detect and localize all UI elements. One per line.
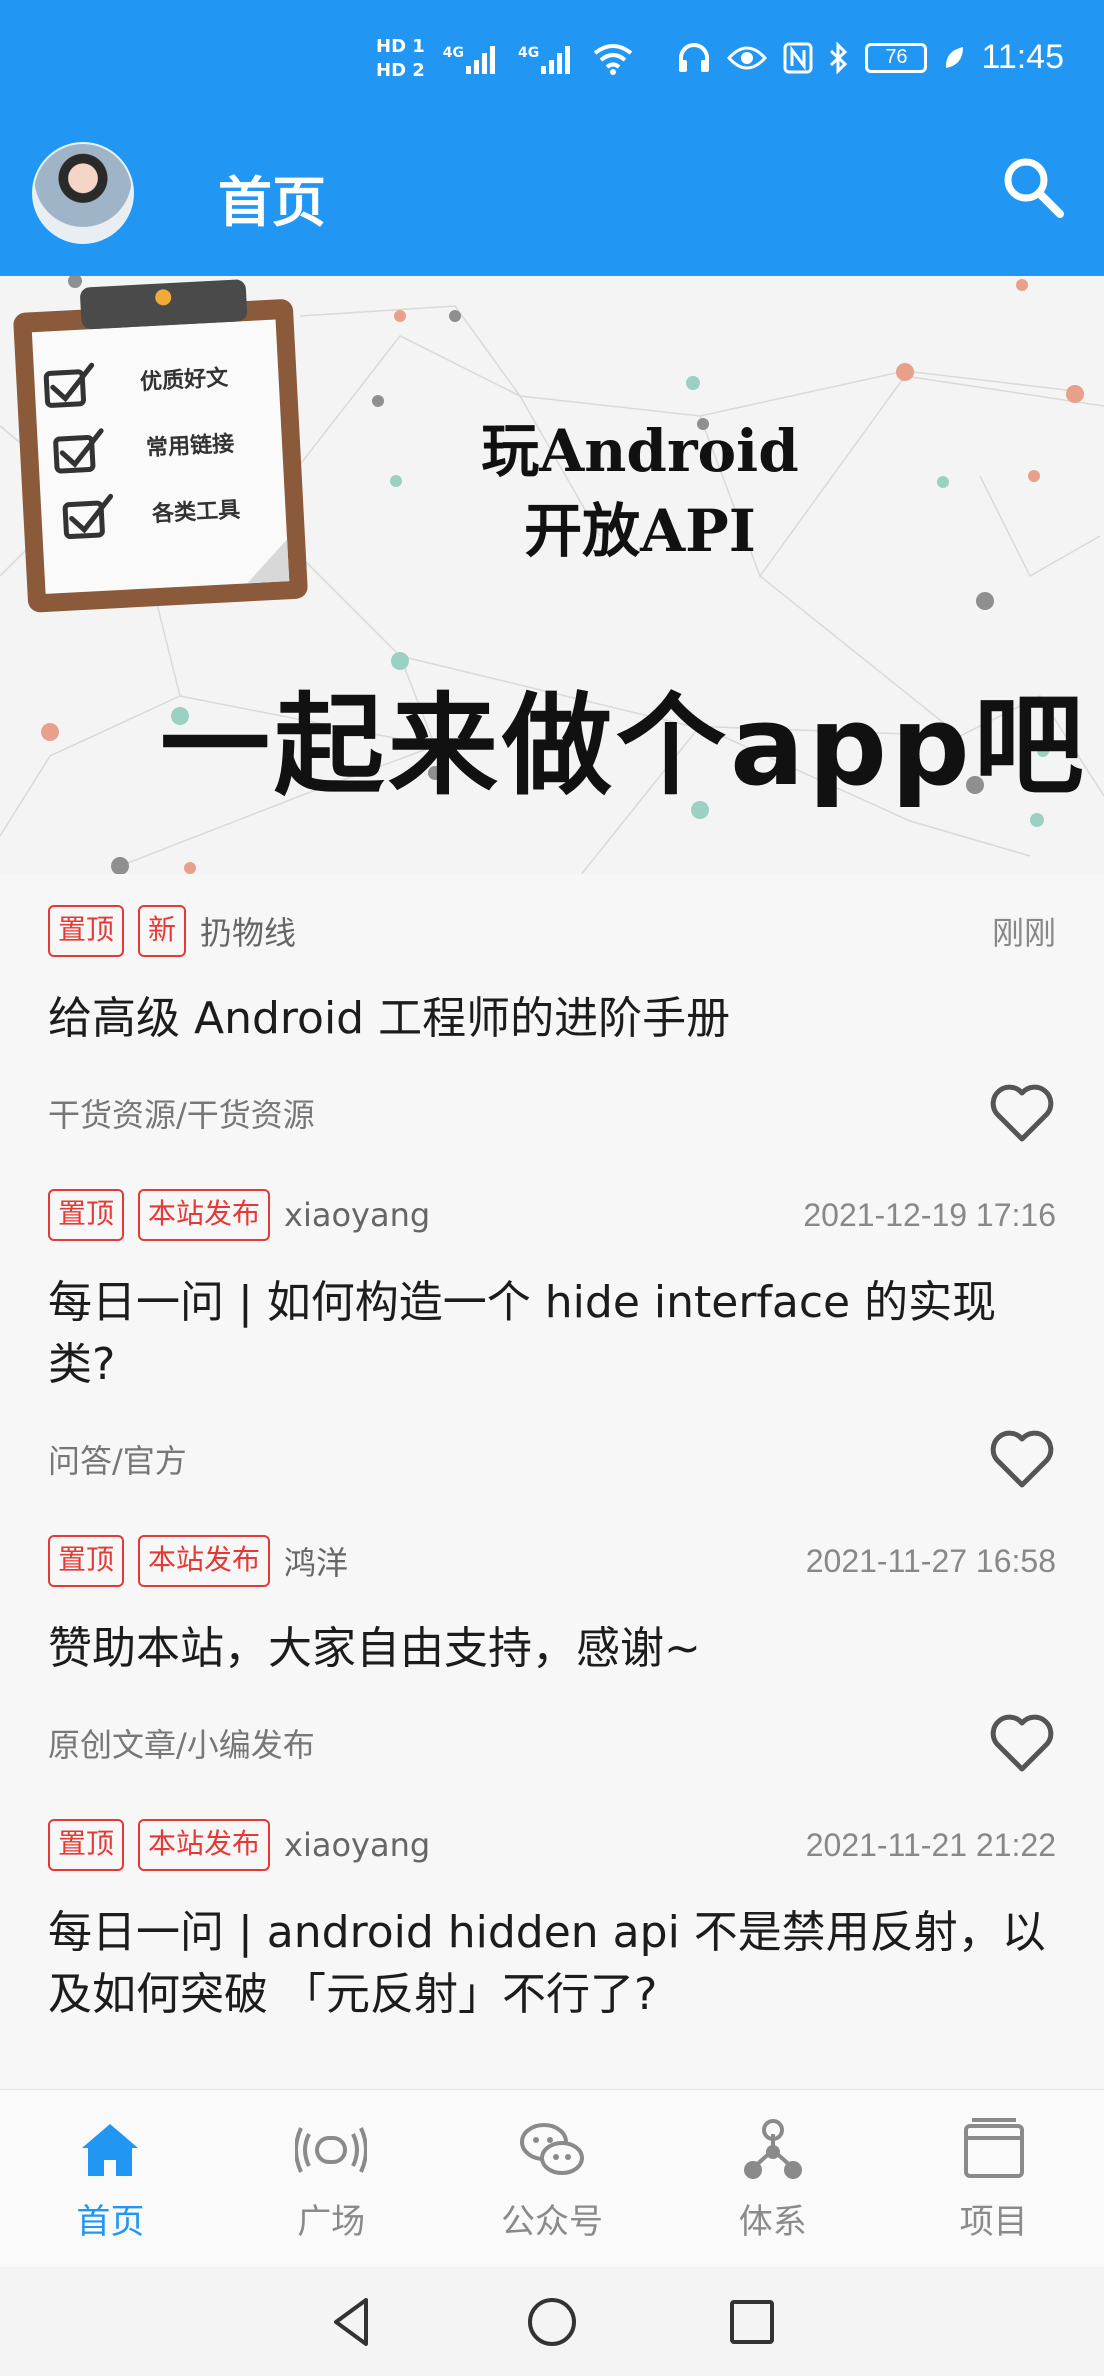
system-navigation-bar: [0, 2267, 1104, 2376]
signal-2: 4G: [518, 44, 575, 74]
article-list[interactable]: 置顶 新 扔物线 刚刚 给高级 Android 工程师的进阶手册 干货资源/干货…: [0, 874, 1104, 2089]
net1-label: 4G: [442, 45, 465, 61]
home-circle-icon[interactable]: [522, 2292, 582, 2352]
article-author[interactable]: 鸿洋: [284, 1538, 348, 1584]
article-title[interactable]: 给高级 Android 工程师的进阶手册: [48, 988, 1058, 1050]
checklist-item: 常用链接: [145, 431, 235, 462]
leaf-icon: [946, 46, 964, 68]
article-chapter[interactable]: 问答/官方: [48, 1436, 187, 1482]
heart-icon[interactable]: [988, 1079, 1056, 1147]
net2-label: 4G: [518, 45, 540, 61]
nav-item-home[interactable]: 首页: [0, 2090, 221, 2267]
app-bar: 首页: [0, 130, 1104, 260]
hierarchy-icon: [743, 2119, 802, 2179]
article-time: 刚刚: [991, 915, 1056, 951]
status-time: 11:45: [981, 38, 1064, 76]
nav-label: 公众号: [500, 2202, 603, 2242]
wechat-icon: [519, 2123, 584, 2175]
wifi-icon: [594, 44, 633, 75]
article-title[interactable]: 赞助本站，大家自由支持，感谢~: [48, 1618, 1058, 1680]
article-meta: 置顶 新 扔物线 刚刚: [48, 904, 1056, 958]
nav-item-system[interactable]: 体系: [662, 2090, 883, 2267]
article-chapter[interactable]: 干货资源/干货资源: [48, 1090, 315, 1136]
article-chapter[interactable]: 原创文章/小编发布: [48, 1720, 315, 1766]
article-meta: 置顶 本站发布 xiaoyang 2021-12-19 17:16: [48, 1188, 1056, 1242]
article-item[interactable]: 置顶 本站发布 xiaoyang 2021-11-21 21:22 每日一问 |…: [0, 1788, 1104, 2026]
article-item[interactable]: 置顶 本站发布 鸿洋 2021-11-27 16:58 赞助本站，大家自由支持，…: [0, 1504, 1104, 1788]
banner-slogan: 一起来做个app吧: [160, 682, 1088, 810]
tag-site-publish: 本站发布: [138, 1189, 271, 1241]
signal-1: 4G: [443, 44, 500, 74]
article-author[interactable]: 扔物线: [200, 908, 296, 954]
page-title: 首页: [218, 171, 326, 234]
sim2-label: HD 2: [376, 60, 425, 81]
article-item[interactable]: 置顶 本站发布 xiaoyang 2021-12-19 17:16 每日一问 |…: [0, 1158, 1104, 1504]
home-icon: [82, 2124, 139, 2176]
tag-top: 置顶: [48, 905, 125, 957]
eye-icon: [727, 46, 768, 69]
article-meta: 置顶 本站发布 xiaoyang 2021-11-21 21:22: [48, 1818, 1056, 1872]
headphones-icon: [679, 42, 710, 72]
tag-site-publish: 本站发布: [138, 1535, 271, 1587]
heart-icon[interactable]: [988, 1709, 1056, 1777]
nav-label: 项目: [959, 2202, 1028, 2242]
tag-new: 新: [138, 905, 187, 957]
article-time: 2021-11-27 16:58: [805, 1542, 1056, 1579]
article-author[interactable]: xiaoyang: [284, 1196, 430, 1234]
article-time: 2021-12-19 17:16: [803, 1196, 1056, 1233]
recents-icon[interactable]: [722, 2292, 782, 2352]
back-icon[interactable]: [322, 2292, 382, 2352]
nav-label: 广场: [297, 2202, 366, 2242]
article-footer: 原创文章/小编发布: [48, 1698, 1056, 1788]
article-item[interactable]: 置顶 新 扔物线 刚刚 给高级 Android 工程师的进阶手册 干货资源/干货…: [0, 874, 1104, 1158]
nav-item-official-account[interactable]: 公众号: [442, 2090, 663, 2267]
checklist-item: 各类工具: [151, 497, 241, 528]
nfc-icon: [783, 42, 813, 73]
tag-top: 置顶: [48, 1535, 125, 1587]
status-left-icons: HD 1 HD 2 4G 4G: [376, 38, 633, 80]
tag-top: 置顶: [48, 1189, 125, 1241]
nav-item-square[interactable]: 广场: [221, 2090, 442, 2267]
search-icon[interactable]: [998, 152, 1068, 222]
battery-indicator: 76: [865, 42, 928, 73]
article-author[interactable]: xiaoyang: [284, 1826, 430, 1864]
nav-label: 体系: [738, 2202, 807, 2242]
signal-icon: [466, 46, 496, 74]
banner-title-line2: 开放API: [524, 497, 756, 565]
signal-icon: [541, 46, 571, 74]
article-footer: 问答/官方: [48, 1414, 1056, 1504]
heart-icon[interactable]: [988, 1425, 1056, 1493]
nav-label: 首页: [76, 2202, 145, 2242]
top-app-bar: HD 1 HD 2 4G 4G 76 11:45 首页: [0, 0, 1104, 276]
broadcast-icon: [295, 2127, 368, 2173]
banner-carousel[interactable]: 优质好文 常用链接 各类工具 玩Android 开放API 一起来做个app吧: [0, 276, 1104, 874]
sim1-label: HD 1: [376, 36, 425, 57]
banner-title: 玩Android 开放API: [430, 411, 850, 571]
tag-top: 置顶: [48, 1819, 125, 1871]
checklist-item: 优质好文: [139, 365, 229, 396]
nav-item-project[interactable]: 项目: [883, 2090, 1104, 2267]
status-bar: HD 1 HD 2 4G 4G 76 11:45: [0, 30, 1104, 100]
article-time: 2021-11-21 21:22: [805, 1826, 1056, 1863]
sim-labels: HD 1 HD 2: [376, 38, 425, 80]
tag-site-publish: 本站发布: [138, 1819, 271, 1871]
article-title[interactable]: 每日一问 | android hidden api 不是禁用反射，以及如何突破 …: [48, 1902, 1058, 2026]
user-avatar[interactable]: [32, 142, 134, 244]
banner-title-line1: 玩Android: [481, 417, 799, 485]
article-title[interactable]: 每日一问 | 如何构造一个 hide interface 的实现类?: [48, 1272, 1058, 1396]
bluetooth-icon: [830, 41, 848, 74]
project-icon: [963, 2118, 1024, 2178]
article-meta: 置顶 本站发布 鸿洋 2021-11-27 16:58: [48, 1534, 1056, 1588]
status-right-icons: 76 11:45: [677, 38, 1064, 77]
article-footer: 干货资源/干货资源: [48, 1068, 1056, 1158]
bottom-navigation: 首页 广场 公众号 体系 项目: [0, 2089, 1104, 2267]
